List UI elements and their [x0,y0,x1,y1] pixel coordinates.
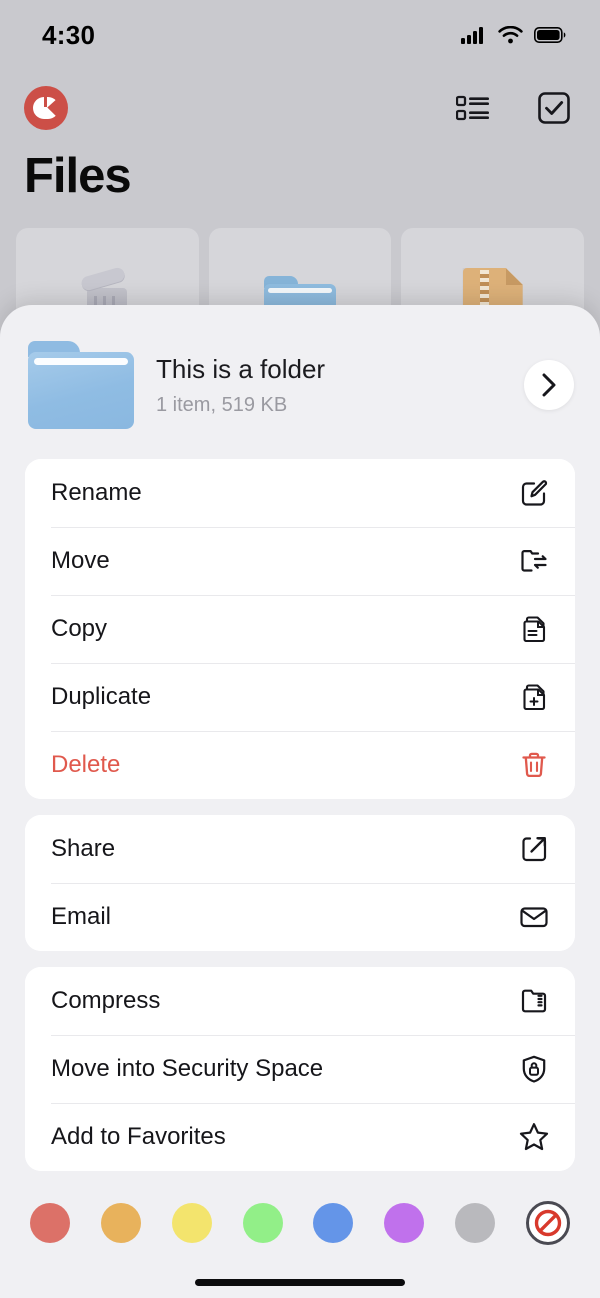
action-row-email[interactable]: Email [25,883,575,951]
list-view-icon[interactable] [456,94,490,122]
envelope-icon [517,900,551,934]
zip-folder-icon [517,984,551,1018]
wifi-icon [498,26,523,44]
action-row-compress[interactable]: Compress [25,967,575,1035]
battery-icon [534,27,566,43]
tag-swatch-green[interactable] [242,1203,283,1243]
action-row-move[interactable]: Move [25,527,575,595]
action-label: Delete [51,751,121,778]
folder-swap-icon [517,544,551,578]
shield-lock-icon [517,1052,551,1086]
tag-swatch-blue[interactable] [313,1203,354,1243]
action-group-file-operations: Rename Move Copy Duplicate Delete [25,459,575,799]
navigation-bar [0,78,600,138]
navigation-actions [456,92,570,124]
chevron-right-icon [542,373,556,397]
action-label: Move into Security Space [51,1055,324,1082]
action-row-security-space[interactable]: Move into Security Space [25,1035,575,1103]
action-label: Rename [51,479,142,506]
page-title: Files [24,149,132,203]
status-bar-indicators [461,26,566,44]
star-outline-icon [517,1120,551,1154]
action-label: Copy [51,615,108,642]
tag-color-picker [0,1191,600,1245]
tag-swatch-none[interactable] [525,1201,570,1245]
file-details-button[interactable] [524,360,574,410]
action-row-share[interactable]: Share [25,815,575,883]
file-name: This is a folder [156,353,326,384]
tag-swatch-yellow[interactable] [171,1203,212,1243]
action-group-sharing: Share Email [25,815,575,951]
tag-swatch-orange[interactable] [100,1203,141,1243]
action-row-delete[interactable]: Delete [25,731,575,799]
tag-swatch-red[interactable] [30,1203,70,1243]
trash-icon [517,748,551,782]
pencil-square-icon [517,476,551,510]
action-label: Share [51,835,116,862]
action-label: Email [51,903,112,930]
document-plus-icon [517,680,551,714]
status-bar-time: 4:30 [42,19,96,50]
file-info: This is a folder 1 item, 519 KB [156,353,502,418]
action-label: Compress [51,987,161,1014]
share-arrow-icon [517,832,551,866]
tag-swatch-purple[interactable] [384,1203,425,1243]
cellular-signal-icon [461,27,483,44]
action-label: Move [51,547,110,574]
action-sheet-header[interactable]: This is a folder 1 item, 519 KB [0,305,600,459]
action-row-duplicate[interactable]: Duplicate [25,663,575,731]
action-label: Add to Favorites [51,1123,226,1150]
app-logo-icon[interactable] [24,86,68,130]
tag-swatch-gray[interactable] [455,1203,496,1243]
file-meta: 1 item, 519 KB [156,394,288,417]
select-checkbox-icon[interactable] [538,92,570,124]
action-label: Duplicate [51,683,152,710]
action-group-advanced: Compress Move into Security Space Add to… [25,967,575,1171]
action-row-copy[interactable]: Copy [25,595,575,663]
no-color-icon [534,1209,562,1237]
status-bar: 4:30 [0,0,600,70]
action-row-rename[interactable]: Rename [25,459,575,527]
folder-icon [28,341,134,429]
file-context-action-sheet: This is a folder 1 item, 519 KB Rename M… [0,305,600,1298]
copy-documents-icon [517,612,551,646]
home-indicator [195,1279,405,1286]
action-row-add-favorites[interactable]: Add to Favorites [25,1103,575,1171]
